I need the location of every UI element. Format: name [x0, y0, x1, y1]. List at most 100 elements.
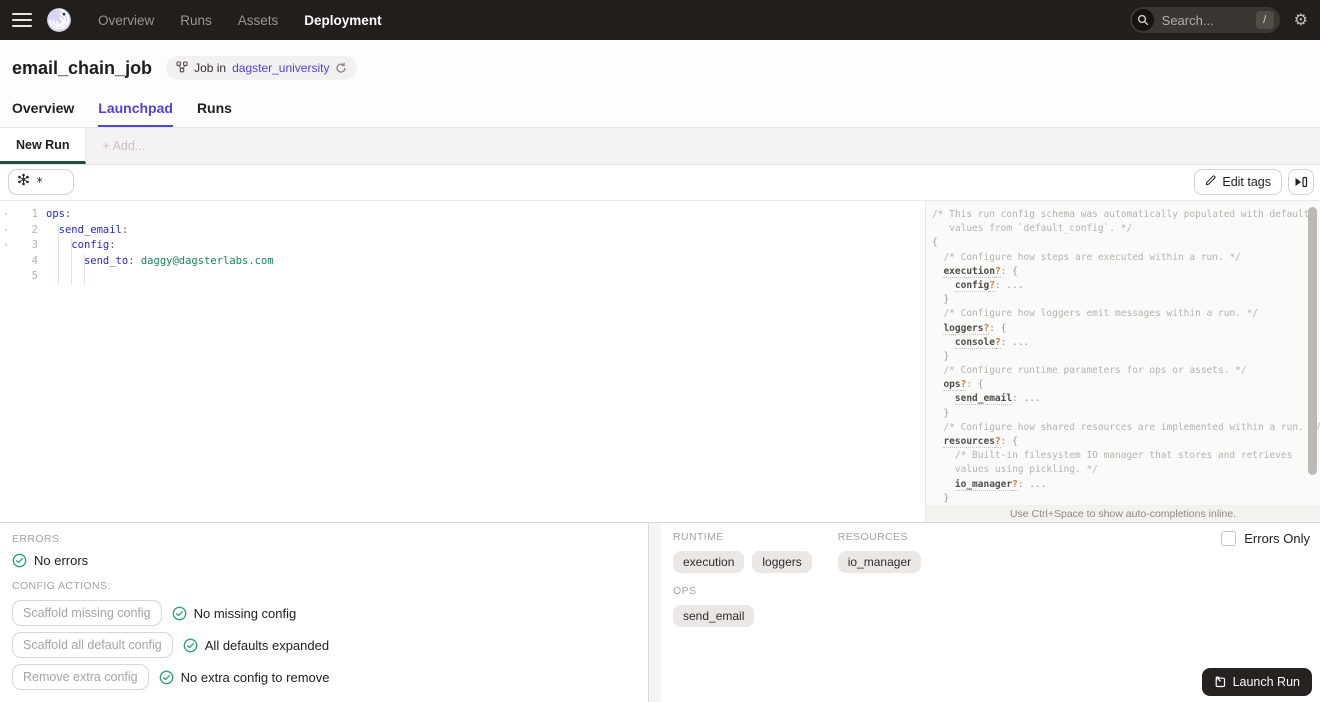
- nav-item-deployment[interactable]: Deployment: [304, 13, 381, 28]
- errors-only-checkbox[interactable]: [1221, 531, 1237, 546]
- line-number: 4: [31, 254, 38, 267]
- nav-item-assets[interactable]: Assets: [238, 13, 279, 28]
- indent-guide: [84, 253, 85, 285]
- nav-item-runs[interactable]: Runs: [180, 13, 212, 28]
- line-number: 2: [31, 223, 38, 236]
- tag-loggers[interactable]: loggers: [752, 551, 812, 573]
- line-text: [38, 269, 46, 285]
- schema-line: /* This run config schema was automatica…: [932, 209, 1310, 220]
- line-text: send_email:: [58, 223, 129, 236]
- check-circle-icon: [12, 553, 27, 568]
- config-action-status: All defaults expanded: [183, 638, 329, 653]
- top-navigation-bar: Overview Runs Assets Deployment Search... /…: [0, 0, 1320, 40]
- tab-overview[interactable]: Overview: [12, 100, 74, 127]
- search-input[interactable]: Search... /: [1129, 7, 1280, 33]
- config-action-status-text: No missing config: [193, 605, 297, 621]
- bottom-panel: ERRORS No errors CONFIG ACTIONS: Scaffol…: [0, 522, 1320, 702]
- panel-divider[interactable]: [648, 523, 661, 702]
- tag-io-manager[interactable]: io_manager: [837, 551, 922, 573]
- schema-line: }: [943, 350, 950, 362]
- code-line: ▾ 3 config:: [0, 238, 925, 254]
- schema-line: loggers?: {: [943, 322, 1007, 335]
- fold-arrow-icon[interactable]: ▾: [0, 238, 12, 254]
- code-line: 5: [0, 269, 925, 285]
- launch-run-button[interactable]: Launch Run: [1201, 668, 1312, 696]
- reload-icon[interactable]: [335, 62, 347, 74]
- repo-location-link[interactable]: dagster_university: [232, 61, 329, 75]
- edit-tags-button[interactable]: Edit tags: [1194, 169, 1282, 195]
- group-label-runtime: RUNTIME: [673, 531, 724, 543]
- schema-scrollbar[interactable]: [1308, 207, 1317, 475]
- line-number: 1: [31, 208, 38, 220]
- job-badge-prefix: Job in: [194, 61, 227, 75]
- config-action-row: Scaffold all default config All defaults …: [12, 632, 636, 658]
- line-text: config:: [71, 239, 116, 251]
- gear-icon[interactable]: ⚙: [1294, 10, 1308, 30]
- run-tab-strip: New Run + Add...: [0, 128, 1320, 165]
- schema-line: }: [943, 407, 950, 419]
- fold-gutter: [0, 254, 12, 270]
- nav-item-overview[interactable]: Overview: [98, 13, 154, 28]
- group-label-ops: OPS: [673, 585, 697, 597]
- scaffold-missing-config-button[interactable]: Scaffold missing config: [12, 600, 162, 626]
- line-text: send_to: daggy@dagsterlabs.com: [83, 254, 274, 267]
- op-selector-value: *: [36, 175, 44, 189]
- run-tab-new-run[interactable]: New Run: [0, 128, 87, 164]
- job-graph-icon: [176, 60, 188, 76]
- menu-icon[interactable]: [12, 13, 32, 27]
- search-icon: [1131, 9, 1154, 31]
- run-tab-add[interactable]: + Add...: [86, 128, 161, 164]
- errors-status: No errors: [12, 553, 636, 568]
- run-config-editor[interactable]: ▾ 1 ops: ▾ 2 send_email: ▾ 3 config: 4 send_to:…: [0, 201, 925, 522]
- dagster-launchpad-page: Overview Runs Assets Deployment Search... /…: [0, 0, 1320, 702]
- indent-guide: [58, 222, 59, 285]
- schema-line: }: [943, 492, 950, 504]
- pencil-icon: [1205, 175, 1216, 189]
- errors-panel: ERRORS No errors CONFIG ACTIONS: Scaffol…: [0, 523, 648, 702]
- schema-line: /* Configure how shared resources are im…: [943, 421, 1320, 433]
- schema-line: send_email: ...: [954, 393, 1041, 406]
- schema-line: values from `default_config`. */: [932, 223, 1133, 235]
- schema-line: /* Built-in filesystem IO manager that s…: [954, 450, 1293, 462]
- schema-line: ops?: {: [943, 379, 984, 392]
- tab-runs[interactable]: Runs: [197, 100, 232, 127]
- search-placeholder: Search...: [1161, 12, 1214, 28]
- errors-only-toggle[interactable]: Errors Only: [1221, 531, 1310, 546]
- primary-nav: Overview Runs Assets Deployment: [98, 13, 382, 28]
- edit-tags-label: Edit tags: [1222, 175, 1271, 189]
- schema-line: {: [932, 237, 938, 249]
- page-title: email_chain_job: [12, 57, 153, 78]
- autocomplete-hint: Use Ctrl+Space to show auto-completions …: [926, 505, 1320, 522]
- line-number: 5: [31, 270, 38, 282]
- scaffold-all-default-config-button[interactable]: Scaffold all default config: [12, 632, 173, 658]
- config-tags-panel: RUNTIME execution loggers RESOURCES io_manag…: [661, 523, 1320, 702]
- schema-line: console?: ...: [954, 336, 1030, 349]
- config-action-status: No missing config: [172, 605, 297, 621]
- errors-status-text: No errors: [34, 553, 89, 568]
- launchpad-main: ▾ 1 ops: ▾ 2 send_email: ▾ 3 config: 4 send_to:…: [0, 200, 1320, 522]
- schema-line: /* Configure runtime parameters for ops …: [943, 365, 1247, 377]
- tag-send-email[interactable]: send_email: [673, 605, 755, 627]
- dagster-logo-icon[interactable]: [46, 7, 72, 33]
- schema-line: execution?: {: [943, 265, 1018, 278]
- code-line: ▾ 2 send_email:: [0, 223, 925, 239]
- line-number: 3: [31, 239, 38, 251]
- toggle-schema-panel-button[interactable]: [1288, 169, 1314, 195]
- config-schema-panel: /* This run config schema was automatica…: [925, 201, 1320, 522]
- indent-guide: [71, 238, 72, 285]
- tag-execution[interactable]: execution: [673, 551, 745, 573]
- fold-arrow-icon[interactable]: ▾: [0, 207, 12, 223]
- op-selector-input[interactable]: *: [8, 169, 74, 195]
- check-circle-icon: [159, 670, 173, 684]
- check-circle-icon: [172, 606, 186, 620]
- config-action-status-text: All defaults expanded: [204, 637, 330, 653]
- config-schema-code: /* This run config schema was automatica…: [926, 201, 1320, 522]
- config-action-row: Remove extra config No extra config to re…: [12, 664, 636, 690]
- remove-extra-config-button[interactable]: Remove extra config: [12, 664, 149, 690]
- expand-panel-icon: [1295, 176, 1308, 188]
- check-circle-icon: [183, 638, 198, 652]
- tab-launchpad[interactable]: Launchpad: [98, 100, 173, 127]
- fold-arrow-icon[interactable]: ▾: [0, 223, 12, 239]
- group-resources: RESOURCES io_manager: [837, 531, 922, 585]
- line-text: ops:: [46, 208, 72, 220]
